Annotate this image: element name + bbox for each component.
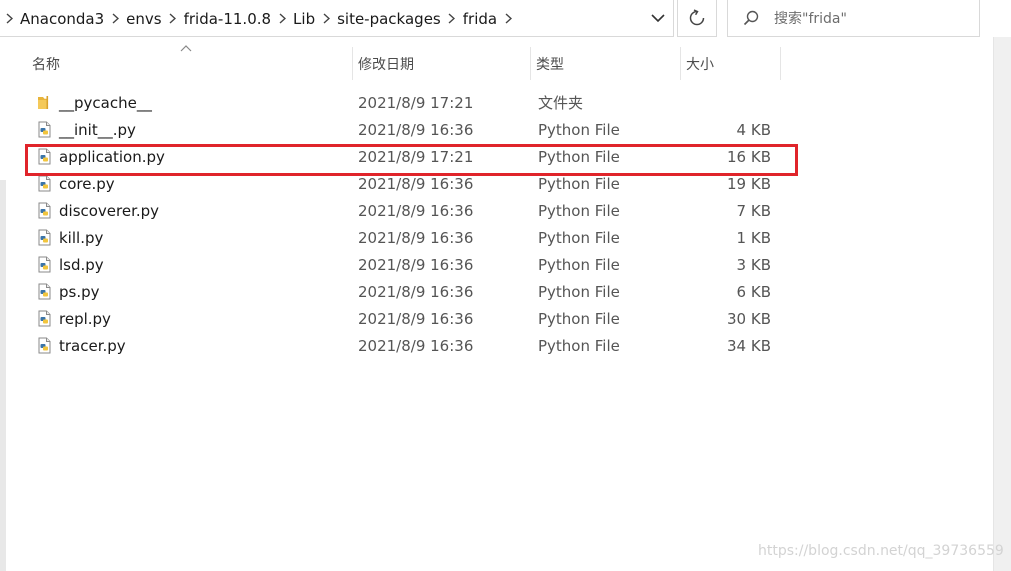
details-pane-edge [993, 37, 1011, 571]
file-name: kill.py [59, 228, 104, 247]
file-modified-date: 2021/8/9 16:36 [358, 120, 474, 139]
file-name: tracer.py [59, 336, 126, 355]
breadcrumb-separator-icon[interactable] [106, 0, 124, 37]
column-header-type[interactable]: 类型 [530, 47, 680, 80]
file-modified-date: 2021/8/9 16:36 [358, 282, 474, 301]
python-file-icon [36, 121, 53, 138]
file-row[interactable]: repl.py 2021/8/9 16:36 Python File 30 KB [26, 305, 786, 332]
file-name: __pycache__ [59, 93, 152, 112]
file-row[interactable]: lsd.py 2021/8/9 16:36 Python File 3 KB [26, 251, 786, 278]
breadcrumb-separator-icon[interactable] [0, 0, 18, 37]
file-name: __init__.py [59, 120, 136, 139]
python-file-icon [36, 256, 53, 273]
search-icon [728, 9, 774, 27]
column-header-name[interactable]: 名称 [26, 47, 352, 80]
column-divider[interactable] [780, 47, 781, 80]
file-name: repl.py [59, 309, 111, 328]
breadcrumb-item[interactable]: frida-11.0.8 [182, 10, 273, 28]
python-file-icon [36, 202, 53, 219]
column-header-date[interactable]: 修改日期 [352, 47, 530, 80]
file-name: ps.py [59, 282, 100, 301]
breadcrumb-separator-icon[interactable] [273, 0, 291, 37]
file-type: Python File [538, 309, 620, 328]
file-type: Python File [538, 201, 620, 220]
watermark-text: https://blog.csdn.net/qq_39736559 [758, 543, 1004, 559]
column-header-size-label: 大小 [686, 56, 714, 73]
folder-icon [36, 94, 53, 111]
breadcrumb-item[interactable]: Anaconda3 [18, 10, 106, 28]
python-file-icon [36, 229, 53, 246]
file-type: Python File [538, 282, 620, 301]
breadcrumb-separator-icon[interactable] [499, 0, 517, 37]
file-size: 3 KB [736, 255, 771, 274]
file-size: 16 KB [727, 147, 771, 166]
file-row[interactable]: ps.py 2021/8/9 16:36 Python File 6 KB [26, 278, 786, 305]
search-input[interactable]: 搜索"frida" [727, 0, 980, 37]
file-modified-date: 2021/8/9 17:21 [358, 147, 474, 166]
column-header-name-label: 名称 [32, 56, 60, 73]
file-type: Python File [538, 174, 620, 193]
file-row[interactable]: application.py 2021/8/9 17:21 Python File 1… [26, 143, 786, 170]
refresh-button[interactable] [677, 0, 717, 37]
breadcrumb-separator-icon[interactable] [317, 0, 335, 37]
python-file-icon [36, 283, 53, 300]
file-size [676, 89, 771, 116]
file-modified-date: 2021/8/9 16:36 [358, 228, 474, 247]
file-row[interactable]: kill.py 2021/8/9 16:36 Python File 1 KB [26, 224, 786, 251]
file-type: Python File [538, 228, 620, 247]
breadcrumb-item[interactable]: Lib [291, 10, 317, 28]
file-size: 6 KB [736, 282, 771, 301]
file-type: Python File [538, 147, 620, 166]
file-modified-date: 2021/8/9 16:36 [358, 255, 474, 274]
file-row[interactable]: __pycache__ 2021/8/9 17:21 文件夹 [26, 89, 786, 116]
file-size: 7 KB [736, 201, 771, 220]
file-name: lsd.py [59, 255, 104, 274]
file-type: Python File [538, 336, 620, 355]
file-name: core.py [59, 174, 115, 193]
file-size: 30 KB [727, 309, 771, 328]
file-type: 文件夹 [538, 94, 584, 112]
address-bar[interactable]: Anaconda3 envs frida-11.0.8 Lib site-package… [0, 0, 674, 37]
breadcrumb-separator-icon[interactable] [164, 0, 182, 37]
file-modified-date: 2021/8/9 16:36 [358, 309, 474, 328]
navigation-pane-edge [0, 180, 6, 571]
file-row[interactable]: __init__.py 2021/8/9 16:36 Python File 4 KB [26, 116, 786, 143]
file-modified-date: 2021/8/9 16:36 [358, 201, 474, 220]
python-file-icon [36, 148, 53, 165]
python-file-icon [36, 310, 53, 327]
chevron-down-icon [651, 14, 665, 23]
python-file-icon [36, 175, 53, 192]
breadcrumb: Anaconda3 envs frida-11.0.8 Lib site-package… [0, 0, 517, 37]
file-row[interactable]: discoverer.py 2021/8/9 16:36 Python File 7 … [26, 197, 786, 224]
breadcrumb-item[interactable]: site-packages [335, 10, 443, 28]
file-row[interactable]: tracer.py 2021/8/9 16:36 Python File 34 KB [26, 332, 786, 359]
file-name: application.py [59, 147, 165, 166]
python-file-icon [36, 337, 53, 354]
file-size: 34 KB [727, 336, 771, 355]
refresh-icon [689, 9, 705, 26]
file-size: 1 KB [736, 228, 771, 247]
column-header-size[interactable]: 大小 [680, 47, 780, 80]
file-modified-date: 2021/8/9 17:21 [358, 93, 474, 112]
address-history-button[interactable] [643, 0, 673, 36]
file-size: 4 KB [736, 120, 771, 139]
file-row[interactable]: core.py 2021/8/9 16:36 Python File 19 KB [26, 170, 786, 197]
file-name: discoverer.py [59, 201, 160, 220]
file-type: Python File [538, 255, 620, 274]
breadcrumb-item[interactable]: envs [124, 10, 163, 28]
search-placeholder: 搜索"frida" [774, 11, 847, 27]
breadcrumb-separator-icon[interactable] [443, 0, 461, 37]
column-header-date-label: 修改日期 [358, 56, 414, 73]
file-modified-date: 2021/8/9 16:36 [358, 336, 474, 355]
file-modified-date: 2021/8/9 16:36 [358, 174, 474, 193]
breadcrumb-item[interactable]: frida [461, 10, 499, 28]
file-size: 19 KB [727, 174, 771, 193]
column-header-type-label: 类型 [536, 56, 564, 73]
file-explorer-window: Anaconda3 envs frida-11.0.8 Lib site-package… [0, 0, 1011, 571]
file-type: Python File [538, 120, 620, 139]
